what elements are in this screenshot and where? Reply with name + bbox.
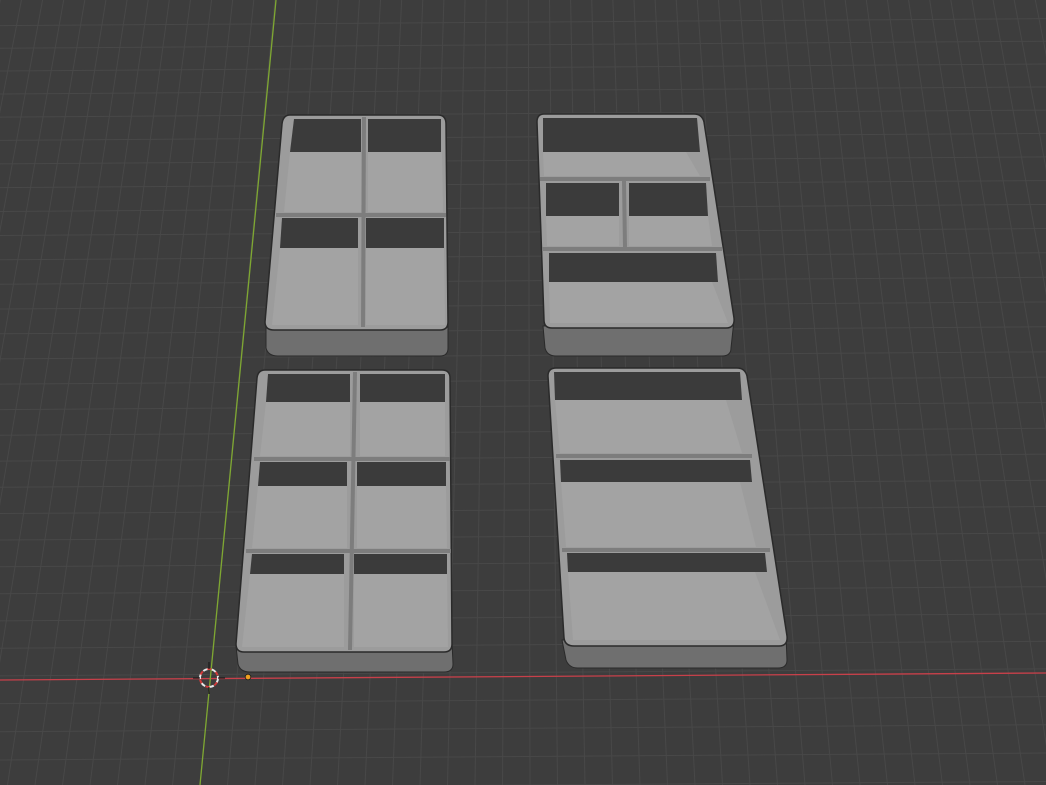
- tray-2x3[interactable]: [235, 369, 454, 673]
- viewport-canvas[interactable]: [0, 0, 1046, 785]
- tray-3-rows[interactable]: [547, 367, 788, 669]
- origin-point-icon[interactable]: [244, 673, 252, 681]
- tray-1-2-1[interactable]: [536, 113, 735, 357]
- 3d-viewport[interactable]: [0, 0, 1046, 785]
- tray-2x2[interactable]: [264, 114, 449, 357]
- floor-grid: [0, 0, 1046, 785]
